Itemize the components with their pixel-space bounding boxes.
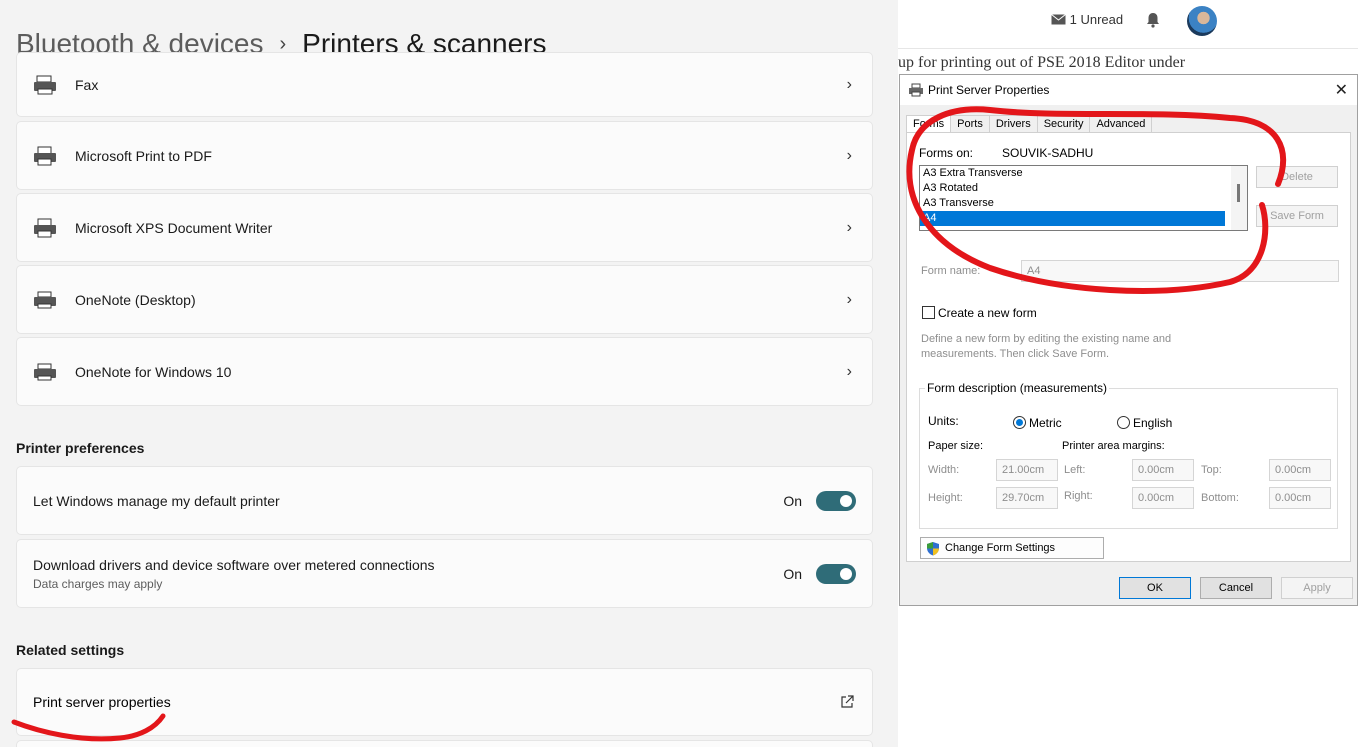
pref-sublabel: Data charges may apply <box>33 576 163 591</box>
dialog-title: Print Server Properties <box>928 83 1050 97</box>
chevron-right-icon: › <box>846 290 852 308</box>
printer-label: Fax <box>75 77 99 93</box>
printer-icon <box>34 218 56 237</box>
ok-button[interactable]: OK <box>1119 577 1191 599</box>
chevron-right-icon: › <box>846 218 852 236</box>
settings-window: Bluetooth & devices › Printers & scanner… <box>0 0 898 747</box>
tab-strip: Forms Ports Drivers Security Advanced <box>906 115 1153 134</box>
form-description-legend: Form description (measurements) <box>925 381 1110 395</box>
bottom-margin-label: Bottom: <box>1201 492 1239 504</box>
height-label: Height: <box>928 492 963 504</box>
bottom-margin-field[interactable]: 0.00cm <box>1269 487 1331 509</box>
bell-icon[interactable] <box>1145 12 1161 28</box>
printer-icon <box>34 291 56 308</box>
printer-item-print-to-pdf[interactable]: Microsoft Print to PDF › <box>16 121 873 190</box>
right-margin-field[interactable]: 0.00cm <box>1132 487 1194 509</box>
apply-button[interactable]: Apply <box>1281 577 1353 599</box>
pref-default-printer: Let Windows manage my default printer On <box>16 466 873 535</box>
unread-count: 1 Unread <box>1069 12 1124 27</box>
metric-label: Metric <box>1029 416 1062 430</box>
printer-label: Microsoft Print to PDF <box>75 147 212 164</box>
metric-radio[interactable] <box>1013 416 1026 429</box>
next-related-item[interactable] <box>16 740 873 747</box>
print-server-properties-link[interactable]: Print server properties <box>16 668 873 736</box>
chevron-right-icon: › <box>846 76 852 93</box>
server-name: SOUVIK-SADHU <box>1002 146 1094 160</box>
printer-margins-label: Printer area margins: <box>1062 440 1165 452</box>
print-server-properties-dialog: Print Server Properties ✕ Forms Ports Dr… <box>899 74 1358 606</box>
external-link-icon <box>841 695 854 708</box>
chevron-right-icon: › <box>846 146 852 164</box>
printer-icon <box>909 83 923 97</box>
toggle-state: On <box>783 492 802 509</box>
units-label: Units: <box>928 414 959 428</box>
english-label: English <box>1133 416 1173 430</box>
printer-label: OneNote (Desktop) <box>75 291 196 308</box>
unread-messages[interactable]: 1 Unread <box>1051 12 1123 27</box>
printer-icon <box>34 363 56 380</box>
listbox-scrollbar[interactable] <box>1231 166 1247 230</box>
create-new-form-label: Create a new form <box>938 306 1037 320</box>
chevron-right-icon: › <box>846 362 852 380</box>
fax-icon <box>34 75 56 95</box>
default-printer-toggle[interactable] <box>816 490 856 511</box>
forms-on-label: Forms on: <box>919 146 974 160</box>
form-name-label: Form name: <box>921 265 981 277</box>
printer-preferences-heading: Printer preferences <box>16 440 145 456</box>
width-label: Width: <box>928 464 960 476</box>
web-top-bar: 1 Unread <box>898 0 1358 49</box>
related-settings-heading: Related settings <box>16 642 125 658</box>
printer-item-fax[interactable]: Fax › <box>16 52 873 117</box>
top-margin-label: Top: <box>1201 464 1222 476</box>
printer-item-onenote-desktop[interactable]: OneNote (Desktop) › <box>16 265 873 334</box>
list-item[interactable]: A3 Transverse <box>920 196 1225 211</box>
printer-item-xps-writer[interactable]: Microsoft XPS Document Writer › <box>16 193 873 262</box>
mail-icon <box>1051 14 1066 25</box>
metered-download-toggle[interactable] <box>816 563 856 584</box>
close-icon[interactable]: ✕ <box>1335 80 1348 100</box>
toggle-state: On <box>783 565 802 582</box>
pref-label: Download drivers and device software ove… <box>33 556 435 573</box>
left-margin-label: Left: <box>1064 464 1086 476</box>
related-label: Print server properties <box>33 694 171 710</box>
dialog-title-bar: Print Server Properties ✕ <box>900 75 1357 105</box>
scrollbar-thumb[interactable] <box>1237 184 1240 202</box>
help-text-line2: measurements. Then click Save Form. <box>921 348 1110 360</box>
pref-metered-downloads: Download drivers and device software ove… <box>16 539 873 608</box>
width-field[interactable]: 21.00cm <box>996 459 1058 481</box>
uac-shield-icon <box>927 542 939 556</box>
pref-label: Let Windows manage my default printer <box>33 492 280 509</box>
printer-label: OneNote for Windows 10 <box>75 363 232 380</box>
help-text-line1: Define a new form by editing the existin… <box>921 333 1172 345</box>
form-name-field[interactable]: A4 <box>1021 260 1339 282</box>
printer-icon <box>34 146 56 165</box>
create-new-form-checkbox[interactable] <box>922 306 935 319</box>
list-item[interactable]: A3 Extra Transverse <box>920 166 1225 181</box>
forms-listbox[interactable]: A3 Extra Transverse A3 Rotated A3 Transv… <box>919 165 1248 231</box>
paper-size-label: Paper size: <box>928 440 984 452</box>
height-field[interactable]: 29.70cm <box>996 487 1058 509</box>
printer-label: Microsoft XPS Document Writer <box>75 219 273 236</box>
change-form-settings-button[interactable]: Change Form Settings <box>920 537 1104 559</box>
list-item[interactable]: A3 Rotated <box>920 181 1225 196</box>
article-text: up for printing out of PSE 2018 Editor u… <box>898 54 1186 71</box>
right-margin-label: Right: <box>1064 490 1093 502</box>
pref-text: Download drivers and device software ove… <box>33 557 435 591</box>
change-form-settings-label: Change Form Settings <box>945 542 1056 554</box>
user-avatar[interactable] <box>1187 6 1217 36</box>
printer-item-onenote-win10[interactable]: OneNote for Windows 10 › <box>16 337 873 406</box>
list-item-selected[interactable]: A4 <box>920 211 1225 226</box>
delete-button[interactable]: Delete <box>1256 166 1338 188</box>
cancel-button[interactable]: Cancel <box>1200 577 1272 599</box>
save-form-button[interactable]: Save Form <box>1256 205 1338 227</box>
top-margin-field[interactable]: 0.00cm <box>1269 459 1331 481</box>
english-radio[interactable] <box>1117 416 1130 429</box>
left-margin-field[interactable]: 0.00cm <box>1132 459 1194 481</box>
